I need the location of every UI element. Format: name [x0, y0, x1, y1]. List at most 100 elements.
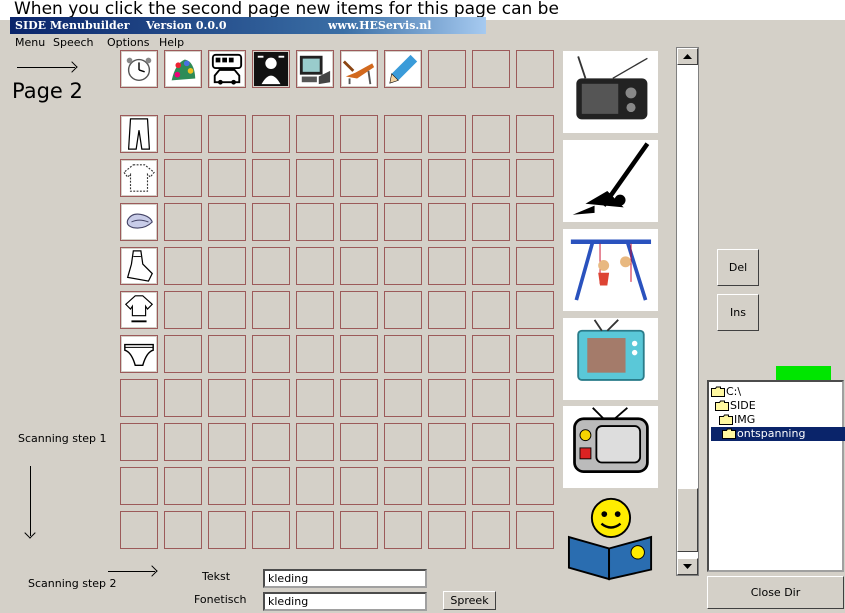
grid-cell[interactable] [428, 467, 466, 505]
scroll-up-button[interactable] [677, 48, 698, 65]
fonetisch-input[interactable]: kleding [263, 592, 427, 611]
grid-cell[interactable] [296, 511, 334, 549]
grid-cell[interactable] [296, 467, 334, 505]
grid-cell[interactable] [340, 467, 378, 505]
grid-cell[interactable] [472, 467, 510, 505]
grid-cell[interactable] [428, 511, 466, 549]
page-cell[interactable] [164, 50, 202, 88]
grid-cell[interactable] [428, 115, 466, 153]
grid-cell[interactable] [164, 159, 202, 197]
grid-cell[interactable] [384, 115, 422, 153]
grid-cell[interactable] [428, 335, 466, 373]
grid-cell[interactable] [120, 159, 158, 197]
grid-cell[interactable] [472, 247, 510, 285]
page-cell[interactable] [428, 50, 466, 88]
grid-cell[interactable] [516, 379, 554, 417]
grid-cell[interactable] [340, 203, 378, 241]
grid-cell[interactable] [252, 115, 290, 153]
grid-cell[interactable] [472, 423, 510, 461]
grid-cell[interactable] [208, 511, 246, 549]
grid-cell[interactable] [472, 159, 510, 197]
tekst-input[interactable]: kleding [263, 569, 427, 588]
grid-cell[interactable] [252, 511, 290, 549]
grid-cell[interactable] [252, 335, 290, 373]
grid-cell[interactable] [340, 511, 378, 549]
grid-cell[interactable] [516, 335, 554, 373]
page-cell[interactable] [472, 50, 510, 88]
grid-cell[interactable] [120, 379, 158, 417]
grid-cell[interactable] [120, 203, 158, 241]
grid-cell[interactable] [252, 203, 290, 241]
grid-cell[interactable] [252, 423, 290, 461]
grid-cell[interactable] [384, 247, 422, 285]
grid-cell[interactable] [384, 335, 422, 373]
dir-item[interactable]: IMG [719, 413, 755, 427]
grid-cell[interactable] [164, 511, 202, 549]
grid-cell[interactable] [208, 203, 246, 241]
grid-cell[interactable] [252, 159, 290, 197]
menu-menu[interactable]: Menu [15, 36, 45, 49]
grid-cell[interactable] [516, 203, 554, 241]
vertical-scrollbar[interactable] [676, 47, 699, 576]
image-card[interactable] [563, 51, 658, 133]
grid-cell[interactable] [252, 247, 290, 285]
grid-cell[interactable] [296, 335, 334, 373]
grid-cell[interactable] [384, 379, 422, 417]
grid-cell[interactable] [120, 291, 158, 329]
grid-cell[interactable] [120, 335, 158, 373]
grid-cell[interactable] [296, 379, 334, 417]
speak-button[interactable]: Spreek [443, 591, 496, 610]
grid-cell[interactable] [472, 335, 510, 373]
grid-cell[interactable] [252, 379, 290, 417]
grid-cell[interactable] [472, 203, 510, 241]
page-cell[interactable] [252, 50, 290, 88]
grid-cell[interactable] [120, 467, 158, 505]
grid-cell[interactable] [516, 115, 554, 153]
grid-cell[interactable] [296, 291, 334, 329]
grid-cell[interactable] [384, 511, 422, 549]
scroll-down-button[interactable] [677, 558, 698, 575]
grid-cell[interactable] [208, 423, 246, 461]
grid-cell[interactable] [208, 247, 246, 285]
grid-cell[interactable] [164, 335, 202, 373]
grid-cell[interactable] [164, 467, 202, 505]
grid-cell[interactable] [296, 115, 334, 153]
menu-options[interactable]: Options [107, 36, 149, 49]
dir-item-selected[interactable]: ontspanning [711, 427, 845, 441]
grid-cell[interactable] [340, 423, 378, 461]
grid-cell[interactable] [384, 423, 422, 461]
grid-cell[interactable] [428, 247, 466, 285]
close-dir-button[interactable]: Close Dir [707, 576, 844, 609]
page-cell[interactable] [384, 50, 422, 88]
grid-cell[interactable] [164, 247, 202, 285]
directory-list[interactable]: C:\ SIDE IMG ontspanning [707, 380, 845, 572]
grid-cell[interactable] [208, 115, 246, 153]
grid-cell[interactable] [296, 423, 334, 461]
grid-cell[interactable] [164, 379, 202, 417]
scroll-thumb[interactable] [677, 488, 698, 552]
grid-cell[interactable] [472, 379, 510, 417]
grid-cell[interactable] [384, 467, 422, 505]
grid-cell[interactable] [340, 291, 378, 329]
grid-cell[interactable] [472, 115, 510, 153]
grid-cell[interactable] [164, 291, 202, 329]
grid-cell[interactable] [208, 159, 246, 197]
grid-cell[interactable] [164, 115, 202, 153]
menu-speech[interactable]: Speech [53, 36, 94, 49]
grid-cell[interactable] [208, 379, 246, 417]
grid-cell[interactable] [428, 291, 466, 329]
dir-item[interactable]: SIDE [715, 399, 756, 413]
grid-cell[interactable] [120, 247, 158, 285]
image-card[interactable] [563, 406, 658, 488]
dir-item[interactable]: C:\ [711, 385, 741, 399]
grid-cell[interactable] [208, 467, 246, 505]
image-card[interactable] [563, 318, 658, 400]
grid-cell[interactable] [428, 423, 466, 461]
del-button[interactable]: Del [717, 249, 759, 286]
grid-cell[interactable] [516, 291, 554, 329]
grid-cell[interactable] [516, 423, 554, 461]
grid-cell[interactable] [340, 335, 378, 373]
grid-cell[interactable] [296, 159, 334, 197]
grid-cell[interactable] [516, 247, 554, 285]
grid-cell[interactable] [208, 335, 246, 373]
